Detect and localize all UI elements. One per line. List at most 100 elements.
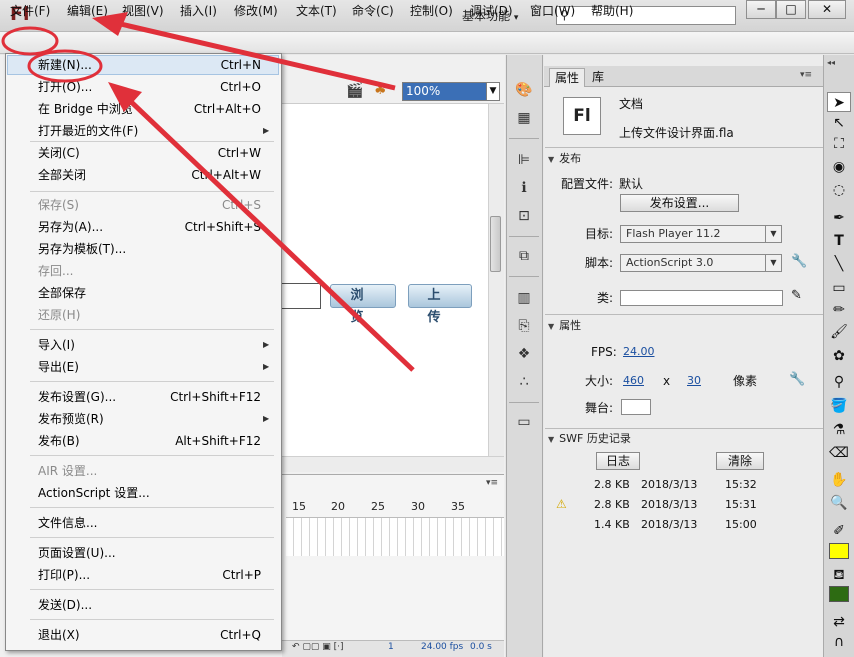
- menu-item-actionscript-settings[interactable]: ActionScript 设置...: [38, 484, 150, 502]
- brush-tool-icon[interactable]: 🖌: [827, 322, 851, 342]
- target-select[interactable]: Flash Player 11.2 ▼: [620, 225, 782, 243]
- menu-view[interactable]: 视图(V): [122, 3, 164, 20]
- panel-menu-icon[interactable]: ▾≡: [486, 478, 498, 488]
- publish-settings-button[interactable]: 发布设置...: [620, 194, 739, 212]
- warning-icon: ⚠: [556, 497, 567, 511]
- browse-button[interactable]: 浏 览: [330, 284, 396, 325]
- menu-item-file-info[interactable]: 文件信息...: [38, 514, 97, 532]
- paint-bucket-tool-icon[interactable]: 🪣: [827, 396, 851, 416]
- menu-item-import[interactable]: 导入(I): [38, 336, 75, 354]
- menu-item-export[interactable]: 导出(E): [38, 358, 79, 376]
- frame-grid[interactable]: [286, 518, 504, 556]
- vertical-scrollbar[interactable]: [488, 104, 504, 456]
- hand-tool-icon[interactable]: ✋: [827, 470, 851, 490]
- edit-symbols-icon[interactable]: ♣: [374, 82, 387, 98]
- info-panel-icon[interactable]: ℹ: [513, 178, 535, 198]
- swatches-panel-icon[interactable]: ▦: [513, 108, 535, 128]
- pen-tool-icon[interactable]: ✒: [827, 208, 851, 228]
- menu-insert[interactable]: 插入(I): [180, 3, 217, 20]
- height-value[interactable]: 30: [687, 372, 701, 390]
- tab-properties[interactable]: 属性: [549, 68, 586, 87]
- menu-text[interactable]: 文本(T): [296, 3, 337, 20]
- edit-scene-icon[interactable]: 🎬: [346, 83, 363, 99]
- stroke-color-swatch[interactable]: [829, 543, 849, 559]
- panel-tab-bar: [544, 66, 823, 87]
- pencil-icon[interactable]: ✎: [791, 288, 802, 303]
- panel-menu-icon[interactable]: ▾≡: [800, 70, 812, 80]
- section-properties[interactable]: ▼ 属性: [548, 317, 823, 335]
- section-swf-history[interactable]: ▼ SWF 历史记录: [548, 430, 823, 448]
- wrench-icon[interactable]: 🔧: [791, 254, 807, 269]
- eyedropper-tool-icon[interactable]: ⚗: [827, 420, 851, 440]
- expand-panel-icon[interactable]: ◂◂: [827, 58, 835, 67]
- 3d-rotation-tool-icon[interactable]: ◉: [827, 157, 851, 177]
- upload-button[interactable]: 上 传: [408, 284, 472, 325]
- menu-file[interactable]: 文件(F): [10, 3, 50, 20]
- menu-debug[interactable]: 调试(D): [470, 3, 513, 20]
- menu-item-open-recent[interactable]: 打开最近的文件(F): [38, 122, 138, 140]
- snap-to-objects-icon[interactable]: ∩: [827, 632, 851, 652]
- stage-color-swatch[interactable]: [621, 399, 651, 415]
- rectangle-tool-icon[interactable]: ▭: [827, 278, 851, 298]
- library-icon[interactable]: ▥: [513, 288, 535, 308]
- motion-presets-icon[interactable]: ⧉: [513, 246, 535, 266]
- text-tool-icon[interactable]: T: [827, 231, 851, 251]
- menu-item-save-all[interactable]: 全部保存: [38, 284, 86, 302]
- menu-help[interactable]: 帮助(H): [591, 3, 633, 20]
- fps-value[interactable]: 24.00: [623, 343, 655, 361]
- zoom-tool-icon[interactable]: 🔍: [827, 493, 851, 513]
- stage[interactable]: [282, 104, 488, 456]
- menu-window[interactable]: 窗口(W): [530, 3, 575, 20]
- search-input[interactable]: ⚲: [556, 6, 736, 25]
- free-transform-tool-icon[interactable]: ⛶: [827, 134, 851, 154]
- swap-colors-icon[interactable]: ⇄: [827, 612, 851, 632]
- stage-text-input[interactable]: [282, 283, 321, 309]
- script-select[interactable]: ActionScript 3.0 ▼: [620, 254, 782, 272]
- wrench-icon[interactable]: 🔧: [789, 372, 805, 387]
- transform-panel-icon[interactable]: ⊡: [513, 206, 535, 226]
- scene-panel-icon[interactable]: ▭: [513, 412, 535, 432]
- frame-ruler[interactable]: [286, 498, 504, 518]
- menu-item-send[interactable]: 发送(D)...: [38, 596, 92, 614]
- fill-color-swatch[interactable]: [829, 586, 849, 602]
- eraser-tool-icon[interactable]: ⌫: [827, 443, 851, 463]
- line-tool-icon[interactable]: ╲: [827, 254, 851, 274]
- horizontal-scrollbar[interactable]: [282, 456, 504, 472]
- bone-tool-icon[interactable]: ⚲: [827, 372, 851, 392]
- scrollbar-thumb[interactable]: [490, 216, 501, 272]
- profile-label: 配置文件:: [561, 177, 614, 191]
- menu-item-publish-preview[interactable]: 发布预览(R): [38, 410, 104, 428]
- log-button[interactable]: 日志: [596, 452, 640, 470]
- menu-edit[interactable]: 编辑(E): [67, 3, 108, 20]
- document-icon: Fl: [563, 97, 601, 135]
- close-button[interactable]: ✕: [808, 0, 846, 19]
- fill-color-icon[interactable]: ⛾: [827, 565, 851, 585]
- stroke-color-icon[interactable]: ✐: [827, 521, 851, 541]
- shortcut-new: Ctrl+N: [220, 58, 261, 72]
- code-snippets-icon[interactable]: ⎘: [513, 316, 535, 336]
- section-publish[interactable]: ▼ 发布: [548, 150, 823, 168]
- subselection-tool-icon[interactable]: ↖: [827, 113, 851, 133]
- pencil-tool-icon[interactable]: ✏: [827, 300, 851, 320]
- deco-tool-icon[interactable]: ✿: [827, 346, 851, 366]
- menu-commands[interactable]: 命令(C): [352, 3, 394, 20]
- width-value[interactable]: 460: [623, 372, 644, 390]
- color-panel-icon[interactable]: 🎨: [513, 80, 535, 100]
- selection-tool-icon[interactable]: ➤: [827, 92, 851, 112]
- history-icon[interactable]: ∴: [513, 372, 535, 392]
- chevron-down-icon[interactable]: ▼: [486, 82, 500, 101]
- collapse-triangle-icon: ▼: [548, 155, 555, 164]
- tab-library[interactable]: 库: [587, 68, 609, 87]
- maximize-button[interactable]: □: [776, 0, 806, 19]
- menu-item-page-setup[interactable]: 页面设置(U)...: [38, 544, 116, 562]
- menu-item-save-as-template[interactable]: 另存为模板(T)...: [38, 240, 126, 258]
- onion-skin-icon[interactable]: ↶ ▢▢ ▣ [·]: [292, 642, 344, 652]
- class-input[interactable]: [620, 290, 783, 306]
- menu-control[interactable]: 控制(O): [410, 3, 453, 20]
- menu-modify[interactable]: 修改(M): [234, 3, 278, 20]
- align-panel-icon[interactable]: ⊫: [513, 150, 535, 170]
- minimize-button[interactable]: ─: [746, 0, 776, 19]
- components-icon[interactable]: ❖: [513, 344, 535, 364]
- clear-button[interactable]: 清除: [716, 452, 764, 470]
- lasso-tool-icon[interactable]: ◌: [827, 180, 851, 200]
